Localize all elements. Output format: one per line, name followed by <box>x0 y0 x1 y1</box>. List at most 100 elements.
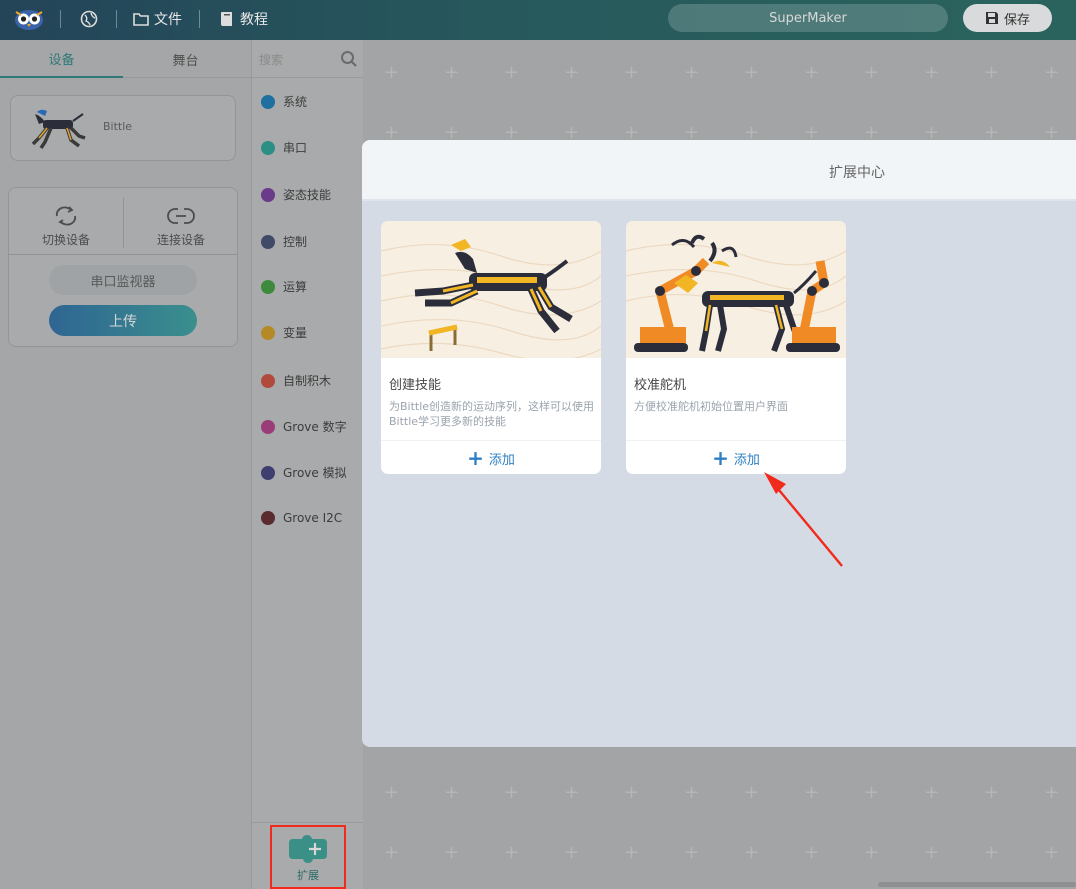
add-extension-calibrate-servo-button[interactable]: + 添加 <box>626 443 846 473</box>
grid-plus-mark: + <box>444 842 460 863</box>
divider <box>116 10 117 28</box>
device-card[interactable]: Bittle <box>10 95 236 161</box>
grid-plus-mark: + <box>564 62 580 83</box>
serial-monitor-button[interactable]: 串口监视器 <box>49 265 197 295</box>
save-button[interactable]: 保存 <box>963 4 1052 32</box>
category-grove-i2c[interactable]: Grove I2C <box>261 511 342 525</box>
grid-plus-mark: + <box>684 842 700 863</box>
category-color-dot <box>261 187 275 202</box>
switch-device-label: 切换设备 <box>41 232 90 247</box>
category-label: Grove I2C <box>283 511 343 525</box>
link-icon <box>167 207 195 224</box>
file-menu-label: 文件 <box>154 12 182 28</box>
extension-center-modal: 扩展中心 创建技能 为Bittle创造新的运动序列，这样可以使用Bittle学习… <box>362 140 1076 747</box>
category-color-dot <box>261 373 275 388</box>
grid-plus-mark: + <box>984 782 1000 803</box>
grid-plus-mark: + <box>984 62 1000 83</box>
category-control[interactable]: 控制 <box>261 233 307 250</box>
divider <box>626 440 846 441</box>
grid-plus-mark: + <box>504 842 520 863</box>
grid-plus-mark: + <box>444 782 460 803</box>
connect-device-button[interactable]: 连接设备 <box>124 198 238 254</box>
grid-plus-mark: + <box>984 842 1000 863</box>
category-my-blocks[interactable]: 自制积木 <box>261 372 331 389</box>
add-extension-button[interactable]: 扩展 <box>270 825 346 889</box>
grid-plus-mark: + <box>684 782 700 803</box>
grid-plus-mark: + <box>744 842 760 863</box>
grid-plus-mark: + <box>384 842 400 863</box>
horizontal-scrollbar[interactable] <box>878 882 1076 887</box>
grid-plus-mark: + <box>624 782 640 803</box>
tutorial-menu[interactable]: 教程 <box>219 9 268 29</box>
grid-plus-mark: + <box>564 842 580 863</box>
grid-plus-mark: + <box>864 782 880 803</box>
add-label: 添加 <box>488 452 515 468</box>
grid-plus-mark: + <box>1044 62 1060 83</box>
plus-icon: + <box>712 446 729 470</box>
switch-device-button[interactable]: 切换设备 <box>9 198 123 254</box>
category-operators[interactable]: 运算 <box>261 278 307 295</box>
search-placeholder: 搜索 <box>259 53 284 67</box>
category-color-dot <box>261 511 275 525</box>
category-label: 变量 <box>283 326 308 340</box>
modal-header: 扩展中心 <box>362 140 1076 201</box>
category-label: 控制 <box>283 235 308 249</box>
add-extension-create-skill-button[interactable]: + 添加 <box>381 443 601 473</box>
category-color-dot <box>261 279 275 294</box>
divider <box>199 10 200 28</box>
extension-card-create-skill: 创建技能 为Bittle创造新的运动序列，这样可以使用Bittle学习更多新的技… <box>381 221 601 474</box>
search-icon[interactable] <box>340 50 358 68</box>
category-label: 自制积木 <box>283 374 332 388</box>
file-menu[interactable]: 文件 <box>133 9 182 29</box>
category-posture-skills[interactable]: 姿态技能 <box>261 186 331 203</box>
category-color-dot <box>261 465 275 480</box>
floppy-disk-icon <box>985 12 998 24</box>
category-variables[interactable]: 变量 <box>261 324 307 341</box>
category-grove-digital[interactable]: Grove 数字 <box>261 418 347 435</box>
card-description: 方便校准舵机初始位置用户界面 <box>634 400 788 413</box>
category-system[interactable]: 系统 <box>261 93 307 110</box>
connect-device-label: 连接设备 <box>156 232 205 247</box>
category-label: Grove 数字 <box>283 420 347 434</box>
project-name-input[interactable]: SuperMaker <box>668 4 948 32</box>
extension-card-calibrate-servo: 校准舵机 方便校准舵机初始位置用户界面 + 添加 <box>626 221 846 474</box>
grid-plus-mark: + <box>744 782 760 803</box>
grid-plus-mark: + <box>744 62 760 83</box>
category-color-dot <box>261 234 275 249</box>
grid-plus-mark: + <box>804 842 820 863</box>
device-name: Bittle <box>103 120 133 133</box>
upload-button[interactable]: 上传 <box>49 305 197 336</box>
add-extension-icon <box>289 835 327 863</box>
category-search[interactable]: 搜索 <box>252 40 364 78</box>
grid-plus-mark: + <box>504 782 520 803</box>
grid-plus-mark: + <box>444 62 460 83</box>
grid-plus-mark: + <box>624 842 640 863</box>
grid-plus-mark: + <box>564 782 580 803</box>
grid-plus-mark: + <box>864 842 880 863</box>
tab-device[interactable]: 设备 <box>0 40 123 78</box>
card-title: 校准舵机 <box>634 378 687 393</box>
owl-logo-icon[interactable] <box>14 7 44 31</box>
extension-area: 扩展 <box>252 822 364 889</box>
extension-label: 扩展 <box>297 869 319 882</box>
category-color-dot <box>261 325 275 340</box>
grid-plus-mark: + <box>384 62 400 83</box>
grid-plus-mark: + <box>504 62 520 83</box>
save-button-label: 保存 <box>1003 12 1030 28</box>
grid-plus-mark: + <box>864 62 880 83</box>
globe-icon[interactable] <box>80 10 98 28</box>
device-control-card: 切换设备 连接设备 串口监视器 上传 <box>8 187 238 347</box>
servo-calibration-illustration <box>626 221 846 358</box>
tab-stage[interactable]: 舞台 <box>124 40 247 78</box>
grid-plus-mark: + <box>924 842 940 863</box>
category-label: 运算 <box>283 280 308 294</box>
book-icon <box>221 12 232 26</box>
category-serial[interactable]: 串口 <box>261 139 307 156</box>
grid-plus-mark: + <box>1044 842 1060 863</box>
grid-plus-mark: + <box>804 62 820 83</box>
divider <box>9 254 237 255</box>
top-bar: 文件 教程 SuperMaker 保存 <box>0 0 1076 40</box>
category-label: 姿态技能 <box>283 188 332 202</box>
category-grove-analog[interactable]: Grove 模拟 <box>261 464 347 481</box>
plus-icon: + <box>467 446 484 470</box>
